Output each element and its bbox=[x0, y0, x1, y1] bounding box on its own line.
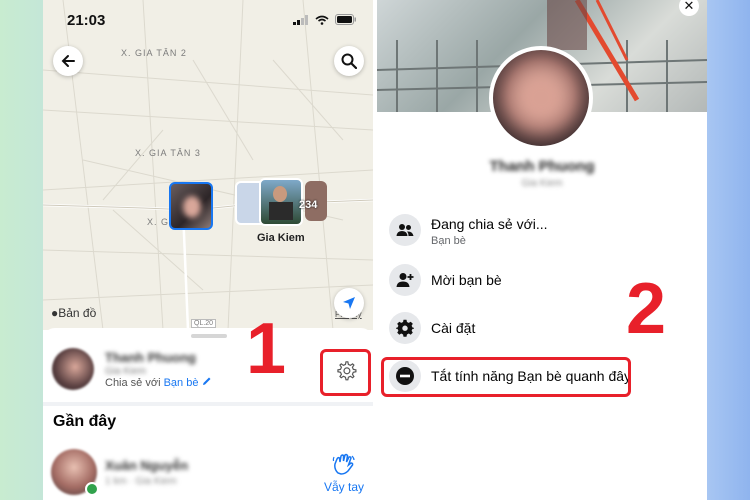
sheet-grab-handle[interactable] bbox=[191, 334, 227, 338]
menu-sharing-with-label: Đang chia sẻ với... bbox=[431, 216, 548, 232]
map-label-gia-tan-3: X. GIA TÂN 3 bbox=[135, 148, 201, 158]
wave-label: Vẫy tay bbox=[323, 480, 365, 494]
wave-hand-icon bbox=[332, 453, 355, 475]
search-button[interactable] bbox=[334, 46, 364, 76]
online-status-dot bbox=[85, 482, 99, 496]
recent-section-title: Gần đây bbox=[53, 413, 117, 430]
highlight-box-settings bbox=[320, 349, 371, 396]
left-phone-screen: X. GIA TÂN 2 X. GIA TÂN 3 X. G QL.20 234… bbox=[43, 0, 373, 500]
map-label-gia-kiem: Gia Kiem bbox=[257, 232, 305, 244]
pencil-icon[interactable] bbox=[202, 376, 212, 386]
road-shield-ql20: QL.20 bbox=[191, 319, 217, 328]
right-phone-screen: ✕ Thanh Phuong Gia Kiem Đang chia sẻ với… bbox=[377, 0, 707, 500]
menu-invite-friends-label: Mời bạn bè bbox=[431, 272, 502, 288]
profile-avatar bbox=[489, 46, 593, 150]
recent-friend-sub: 1 km · Gia Kiem bbox=[105, 476, 177, 487]
map-label-gia-tan-2: X. GIA TÂN 2 bbox=[121, 48, 187, 58]
status-time: 21:03 bbox=[67, 12, 106, 29]
map-roads bbox=[43, 0, 373, 330]
menu-sharing-with-sub: Bạn bè bbox=[431, 235, 466, 247]
menu-settings-label: Cài đặt bbox=[431, 320, 476, 336]
location-arrow-icon bbox=[343, 297, 355, 309]
friends-icon bbox=[389, 214, 421, 246]
menu-sharing-with[interactable]: Đang chia sẻ với... Bạn bè bbox=[389, 212, 689, 250]
stacked-pin-front[interactable] bbox=[259, 178, 303, 226]
nearby-friends-map[interactable]: X. GIA TÂN 2 X. GIA TÂN 3 X. G QL.20 234… bbox=[43, 0, 373, 330]
step-number-2: 2 bbox=[626, 269, 667, 349]
map-label-partial: X. G bbox=[147, 217, 170, 227]
friend-avatar bbox=[52, 348, 94, 390]
profile-name: Thanh Phuong bbox=[489, 158, 595, 175]
profile-location: Gia Kiem bbox=[521, 178, 563, 189]
highlight-box-turn-off bbox=[381, 357, 631, 397]
status-bar: 21:03 bbox=[43, 0, 373, 40]
divider bbox=[43, 402, 373, 406]
friend-name: Thanh Phuong bbox=[105, 350, 196, 365]
wave-button[interactable]: Vẫy tay bbox=[321, 453, 367, 494]
apple-maps-attribution: ●Bản đồ bbox=[51, 306, 97, 320]
signal-icon bbox=[293, 14, 308, 25]
step-number-1: 1 bbox=[246, 309, 287, 389]
stacked-pin-count: 234 bbox=[299, 199, 318, 211]
wifi-icon bbox=[315, 15, 329, 25]
recenter-location-button[interactable] bbox=[334, 288, 364, 318]
add-person-icon bbox=[389, 264, 421, 296]
battery-icon bbox=[335, 14, 356, 25]
status-icons bbox=[293, 14, 357, 25]
sharing-with-text: Chia sẻ với Bạn bè bbox=[105, 376, 212, 389]
arrow-left-icon bbox=[61, 55, 75, 67]
back-button[interactable] bbox=[53, 46, 83, 76]
settings-gear-icon bbox=[389, 312, 421, 344]
recent-friend-name: Xuân Nguyễn bbox=[105, 458, 189, 473]
friend-location-pin[interactable] bbox=[169, 182, 213, 230]
sharing-audience-link[interactable]: Bạn bè bbox=[164, 377, 199, 389]
search-icon bbox=[341, 53, 357, 69]
